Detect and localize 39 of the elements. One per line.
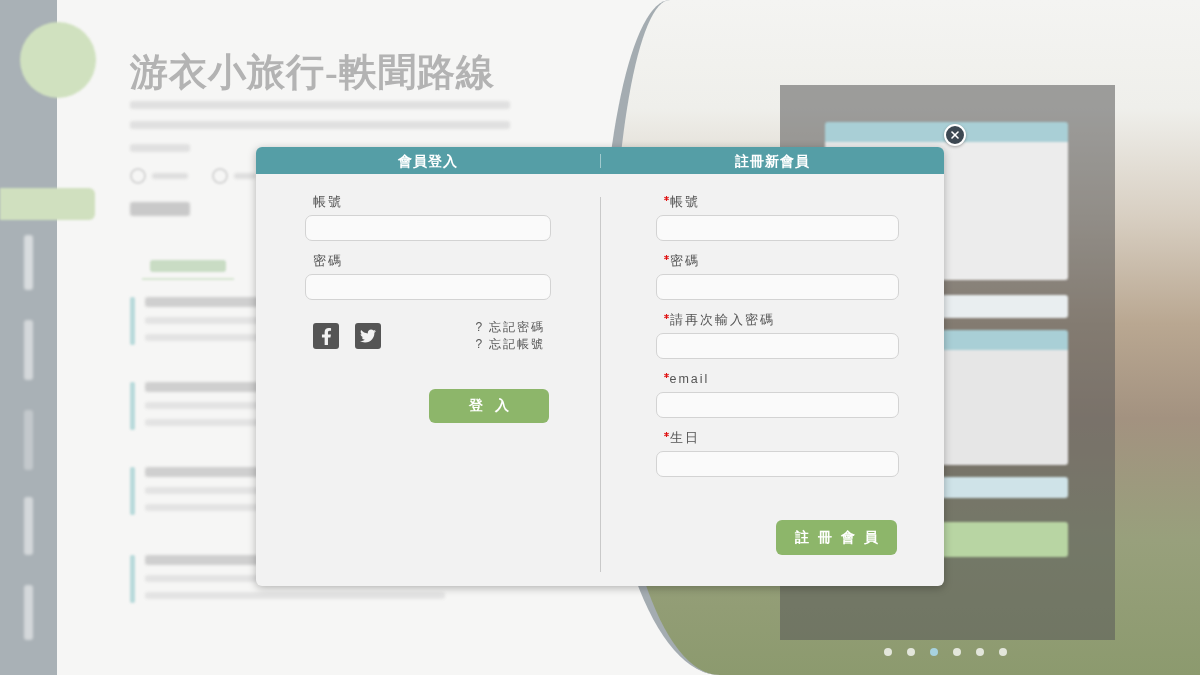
field-label: 請再次輸入密碼 bbox=[669, 312, 775, 328]
facebook-icon[interactable] bbox=[313, 323, 339, 349]
carousel-dot[interactable] bbox=[953, 648, 961, 656]
blurred-nav-label bbox=[24, 320, 33, 380]
input-field[interactable] bbox=[655, 392, 899, 418]
input-field[interactable] bbox=[655, 333, 899, 359]
field-label: 帳號 bbox=[313, 194, 343, 210]
carousel-dot[interactable] bbox=[976, 648, 984, 656]
blurred-accent-bar bbox=[130, 297, 135, 345]
blurred-nav-label bbox=[24, 235, 33, 290]
twitter-icon[interactable] bbox=[355, 323, 381, 349]
blurred-heading bbox=[130, 202, 190, 216]
carousel-dot[interactable] bbox=[884, 648, 892, 656]
help-link[interactable]: ? 忘記密碼 bbox=[475, 319, 546, 336]
blurred-accent-bar bbox=[130, 555, 135, 603]
panel-title: 會員登入 bbox=[397, 151, 458, 170]
blurred-accent-bar bbox=[130, 467, 135, 515]
close-icon bbox=[949, 129, 961, 141]
carousel-dot[interactable] bbox=[999, 648, 1007, 656]
blurred-accent-bar bbox=[130, 382, 135, 430]
input-field[interactable] bbox=[305, 274, 551, 300]
blurred-nav-label bbox=[24, 585, 33, 640]
input-field[interactable] bbox=[305, 215, 551, 241]
field-label: 生日 bbox=[669, 430, 700, 446]
field-label: 密碼 bbox=[669, 253, 700, 269]
input-field[interactable] bbox=[655, 274, 899, 300]
carousel-dot[interactable] bbox=[930, 648, 938, 656]
help-link[interactable]: ? 忘記帳號 bbox=[475, 336, 546, 353]
field-label: 密碼 bbox=[313, 253, 343, 269]
input-field[interactable] bbox=[655, 451, 899, 477]
field-label: 帳號 bbox=[669, 194, 700, 210]
blurred-text bbox=[234, 173, 256, 179]
blurred-nav-label bbox=[24, 497, 33, 555]
field-label: email bbox=[669, 371, 710, 387]
panel-title: 註冊新會員 bbox=[734, 151, 810, 170]
input-field[interactable] bbox=[655, 215, 899, 241]
page-title: 游衣小旅行-軼聞路線 bbox=[130, 50, 495, 94]
blurred-nav-label bbox=[24, 410, 33, 470]
carousel-dot[interactable] bbox=[907, 648, 915, 656]
